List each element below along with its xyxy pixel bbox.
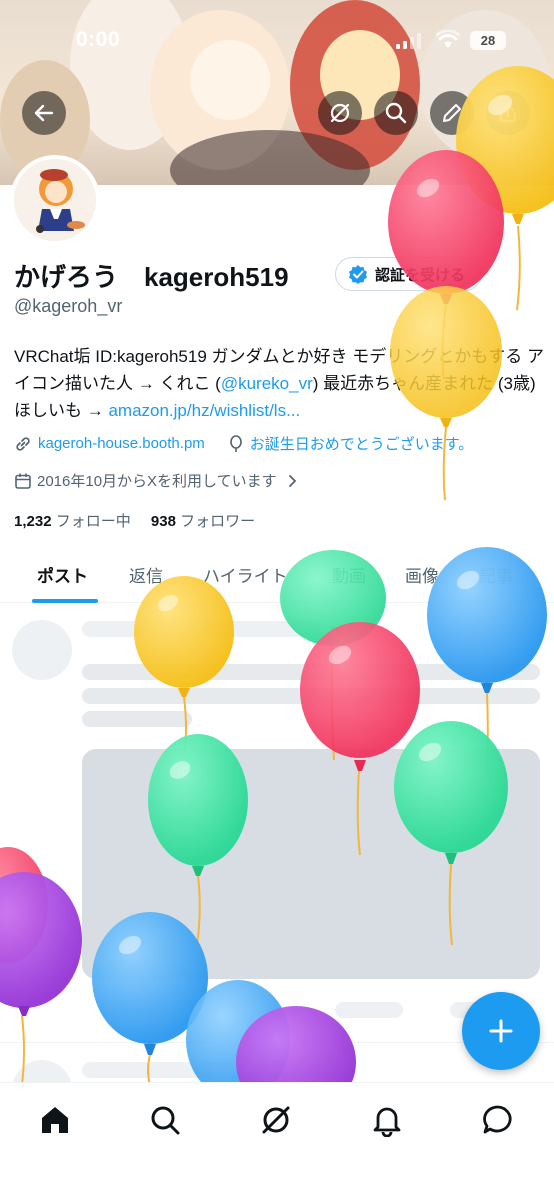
profile-tabs: ポスト 返信 ハイライト 動画 画像 記事 [0, 548, 554, 603]
balloon [0, 847, 48, 963]
notifications-bell-icon[interactable] [370, 1103, 404, 1137]
search-icon[interactable] [148, 1103, 182, 1137]
share-icon [499, 103, 517, 123]
skeleton-line [82, 711, 192, 727]
profile-meta-row: kageroh-house.booth.pm お誕生日おめでとうございます。 [14, 433, 473, 454]
following-label: フォロー中 [55, 513, 131, 530]
get-verified-button[interactable]: 認証を受ける [335, 257, 483, 291]
verified-badge-icon [349, 265, 367, 284]
search-icon [385, 102, 407, 124]
following-count: 1,232 [14, 513, 52, 530]
tab-articles[interactable]: 記事 [479, 562, 513, 587]
tab-replies[interactable]: 返信 [129, 562, 163, 587]
skeleton-media [82, 749, 540, 979]
status-bar: 0:00 28 [0, 0, 554, 84]
skeleton-line [82, 664, 540, 680]
tab-media[interactable]: 画像 [405, 562, 439, 587]
bio-wishlist-link[interactable]: amazon.jp/hz/wishlist/ls... [108, 401, 300, 420]
birthday-text[interactable]: お誕生日おめでとうございます。 [250, 433, 474, 454]
status-time: 0:00 [76, 28, 121, 51]
compose-post-button[interactable] [462, 992, 540, 1070]
back-button[interactable] [22, 91, 66, 135]
plus-icon [489, 1019, 513, 1043]
get-verified-label: 認証を受ける [375, 266, 466, 284]
grok-icon[interactable] [259, 1103, 293, 1137]
avatar[interactable] [10, 155, 100, 245]
skeleton-line [82, 1062, 322, 1078]
bio-mention-link[interactable]: @kureko_vr [221, 374, 313, 393]
bottom-navigation [0, 1082, 554, 1200]
tab-videos[interactable]: 動画 [332, 562, 366, 587]
website-link[interactable]: kageroh-house.booth.pm [38, 435, 205, 452]
chevron-right-icon [288, 474, 296, 487]
link-icon [16, 436, 30, 451]
messages-icon[interactable] [481, 1103, 515, 1137]
skeleton-line [82, 621, 322, 637]
edit-button[interactable] [430, 91, 474, 135]
profile-screen: 0:00 28 かげろう kageroh519 認証を受ける @kageroh_… [0, 0, 554, 1200]
signal-icon [396, 33, 421, 49]
active-tab-indicator [32, 599, 98, 603]
grok-icon [330, 103, 350, 123]
battery-indicator: 28 [470, 31, 506, 50]
skeleton-line [82, 688, 540, 704]
skeleton-avatar [12, 620, 72, 680]
profile-bio: VRChat垢 ID:kageroh519 ガンダムとか好き モデリングとかもす… [14, 343, 544, 424]
followers-label: フォロワー [180, 513, 256, 530]
display-name: かげろう kageroh519 [14, 262, 289, 292]
joined-row[interactable]: 2016年10月からXを利用しています [14, 470, 299, 491]
grok-button[interactable] [318, 91, 362, 135]
skeleton-action [335, 1002, 403, 1018]
joined-date: 2016年10月からXを利用しています [37, 473, 277, 490]
avatar-image [14, 159, 96, 241]
search-button[interactable] [374, 91, 418, 135]
tab-highlights[interactable]: ハイライト [203, 562, 288, 587]
wifi-icon [436, 30, 460, 48]
follow-stats: 1,232 フォロー中 938 フォロワー [14, 510, 255, 531]
pencil-icon [443, 104, 461, 122]
calendar-icon [15, 473, 31, 489]
back-arrow-icon [34, 104, 54, 122]
followers-count: 938 [150, 513, 176, 530]
share-button[interactable] [486, 91, 530, 135]
balloon [0, 872, 82, 1016]
tab-posts[interactable]: ポスト [37, 562, 88, 587]
following-stat[interactable]: 1,232 フォロー中 [14, 513, 131, 530]
balloon-icon [229, 434, 242, 452]
followers-stat[interactable]: 938 フォロワー [151, 513, 255, 530]
user-handle: @kageroh_vr [14, 296, 123, 316]
skeleton-action [110, 1002, 160, 1018]
home-icon[interactable] [38, 1103, 72, 1137]
